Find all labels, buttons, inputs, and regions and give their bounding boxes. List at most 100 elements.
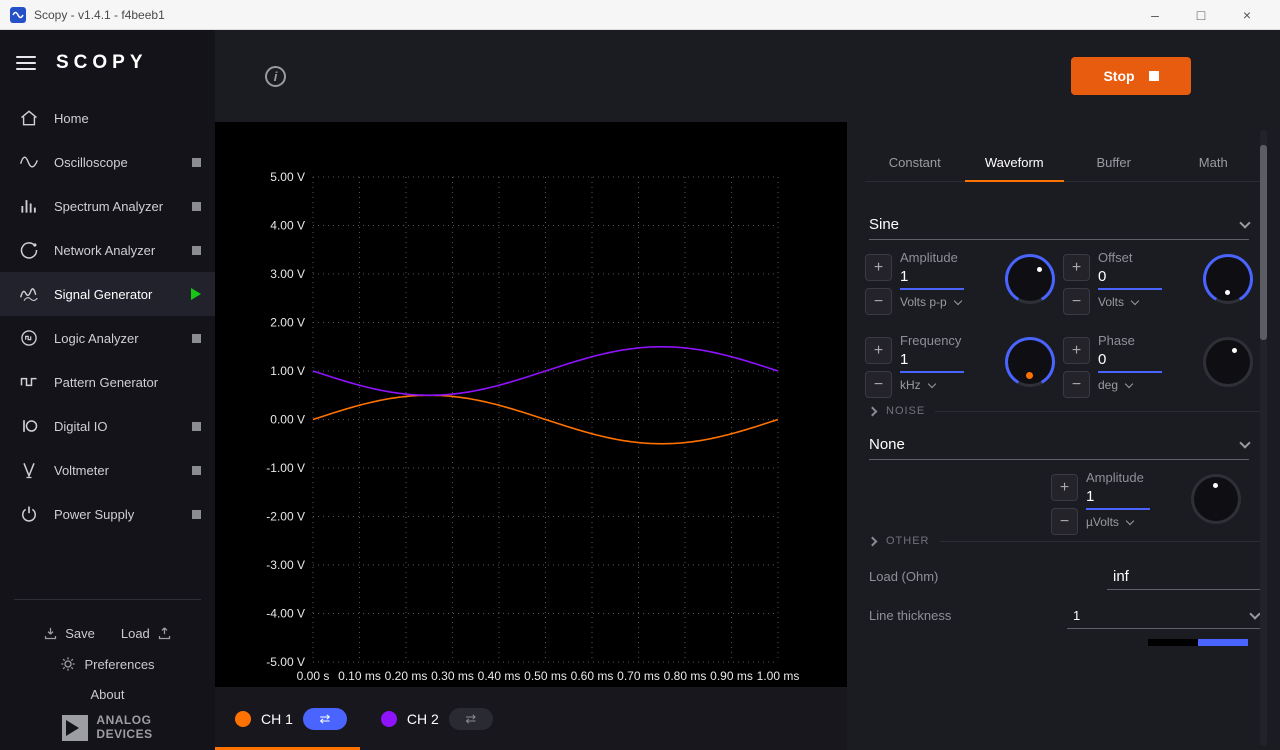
noise-section-title: NOISE xyxy=(886,405,925,417)
chevron-right-icon xyxy=(868,536,878,546)
y-axis-tick: 0.00 V xyxy=(270,413,305,427)
load-ohm-input[interactable]: inf xyxy=(1107,568,1263,590)
load-ohm-label: Load (Ohm) xyxy=(869,569,938,590)
y-axis-tick: 5.00 V xyxy=(270,170,305,184)
noise-amplitude-unit-dropdown[interactable]: µVolts xyxy=(1086,515,1191,529)
tab-math[interactable]: Math xyxy=(1164,144,1264,181)
stopped-indicator xyxy=(192,466,201,475)
amplitude-knob[interactable] xyxy=(1005,254,1055,304)
panel-scrollbar[interactable] xyxy=(1260,130,1267,746)
offset-unit-dropdown[interactable]: Volts xyxy=(1098,295,1203,309)
sidebar-item-network-analyzer[interactable]: Network Analyzer xyxy=(0,228,215,272)
line-thickness-label: Line thickness xyxy=(869,608,951,629)
phase-decrement-button[interactable]: − xyxy=(1063,371,1090,398)
amplitude-value[interactable]: 1 xyxy=(900,268,964,290)
chevron-down-icon xyxy=(1131,296,1139,304)
phase-knob[interactable] xyxy=(1203,337,1253,387)
sidebar-item-label: Logic Analyzer xyxy=(54,331,192,346)
offset-knob[interactable] xyxy=(1203,254,1253,304)
sidebar-item-pattern-generator[interactable]: Pattern Generator xyxy=(0,360,215,404)
channel-1[interactable]: CH 1 ⇄ xyxy=(235,708,347,730)
sidebar-item-logic-analyzer[interactable]: Logic Analyzer xyxy=(0,316,215,360)
line-thickness-select[interactable]: 1 xyxy=(1067,608,1263,629)
sidebar-item-digital-io[interactable]: Digital IO xyxy=(0,404,215,448)
channel-2-toggle[interactable]: ⇄ xyxy=(449,708,493,730)
amplitude-unit-value: Volts p-p xyxy=(900,295,947,309)
section-divider xyxy=(935,411,1263,412)
info-icon[interactable]: i xyxy=(265,66,286,87)
other-section-header[interactable]: OTHER xyxy=(869,535,1263,547)
amplitude-unit-dropdown[interactable]: Volts p-p xyxy=(900,295,1005,309)
chevron-down-icon xyxy=(1125,379,1133,387)
sidebar-item-signal-generator[interactable]: Signal Generator xyxy=(0,272,215,316)
scrollbar-thumb[interactable] xyxy=(1260,145,1267,340)
offset-unit-value: Volts xyxy=(1098,295,1124,309)
offset-control: + − Offset 0 Volts xyxy=(1063,250,1261,333)
sidebar-item-label: Oscilloscope xyxy=(54,155,192,170)
noise-amplitude-decrement-button[interactable]: − xyxy=(1051,508,1078,535)
sidebar-item-label: Spectrum Analyzer xyxy=(54,199,192,214)
noise-amplitude-control: + − Amplitude 1 µVolts xyxy=(1051,470,1263,535)
frequency-value[interactable]: 1 xyxy=(900,351,964,373)
sidebar-item-oscilloscope[interactable]: Oscilloscope xyxy=(0,140,215,184)
oscilloscope-icon xyxy=(18,151,40,173)
noise-amplitude-knob[interactable] xyxy=(1191,474,1241,524)
line-thickness-value: 1 xyxy=(1073,608,1080,623)
channel-1-toggle[interactable]: ⇄ xyxy=(303,708,347,730)
y-axis-tick: -4.00 V xyxy=(266,607,305,621)
oscilloscope-plot[interactable]: 0.00 s0.10 ms0.20 ms0.30 ms0.40 ms0.50 m… xyxy=(215,122,847,687)
y-axis-tick: -5.00 V xyxy=(266,655,305,669)
stopped-indicator xyxy=(192,246,201,255)
load-button[interactable]: Load xyxy=(121,626,172,641)
amplitude-decrement-button[interactable]: − xyxy=(865,288,892,315)
sidebar-item-label: Network Analyzer xyxy=(54,243,192,258)
channel-bar: CH 1 ⇄ CH 2 ⇄ xyxy=(215,687,847,750)
noise-amplitude-label: Amplitude xyxy=(1086,470,1191,485)
frequency-decrement-button[interactable]: − xyxy=(865,371,892,398)
offset-decrement-button[interactable]: − xyxy=(1063,288,1090,315)
chevron-right-icon xyxy=(868,406,878,416)
channel-2[interactable]: CH 2 ⇄ xyxy=(381,708,493,730)
about-button[interactable]: About xyxy=(0,680,215,710)
stop-button[interactable]: Stop xyxy=(1071,57,1191,95)
amplitude-increment-button[interactable]: + xyxy=(865,254,892,281)
x-axis-tick: 0.40 ms xyxy=(478,669,521,683)
noise-amplitude-value[interactable]: 1 xyxy=(1086,488,1150,510)
menu-hamburger-icon[interactable] xyxy=(16,52,36,74)
frequency-increment-button[interactable]: + xyxy=(865,337,892,364)
offset-value[interactable]: 0 xyxy=(1098,268,1162,290)
preferences-button[interactable]: Preferences xyxy=(0,648,215,680)
signal-generator-settings-panel: Constant Waveform Buffer Math Sine + − A… xyxy=(847,122,1280,750)
tab-waveform[interactable]: Waveform xyxy=(965,144,1065,181)
close-button[interactable]: × xyxy=(1224,1,1270,29)
chevron-down-icon xyxy=(953,296,961,304)
sidebar-item-voltmeter[interactable]: Voltmeter xyxy=(0,448,215,492)
phase-increment-button[interactable]: + xyxy=(1063,337,1090,364)
noise-type-select[interactable]: None xyxy=(869,430,1249,460)
tab-buffer[interactable]: Buffer xyxy=(1064,144,1164,181)
stop-label: Stop xyxy=(1103,68,1134,84)
y-axis-tick: 4.00 V xyxy=(270,219,305,233)
home-icon xyxy=(18,107,40,129)
analog-devices-mark-icon xyxy=(62,715,88,741)
minimize-button[interactable]: – xyxy=(1132,1,1178,29)
phase-value[interactable]: 0 xyxy=(1098,351,1162,373)
waveform-type-select[interactable]: Sine xyxy=(869,210,1249,240)
frequency-unit-dropdown[interactable]: kHz xyxy=(900,378,1005,392)
sidebar-item-home[interactable]: Home xyxy=(0,96,215,140)
phase-label: Phase xyxy=(1098,333,1203,348)
phase-unit-dropdown[interactable]: deg xyxy=(1098,378,1203,392)
channel-toggle-icon: ⇄ xyxy=(319,711,330,727)
tab-constant[interactable]: Constant xyxy=(865,144,965,181)
stopped-indicator xyxy=(192,510,201,519)
noise-section-header[interactable]: NOISE xyxy=(869,405,1263,417)
sidebar-item-spectrum-analyzer[interactable]: Spectrum Analyzer xyxy=(0,184,215,228)
offset-increment-button[interactable]: + xyxy=(1063,254,1090,281)
frequency-knob[interactable] xyxy=(1005,337,1055,387)
stop-icon xyxy=(1149,71,1159,81)
noise-amplitude-increment-button[interactable]: + xyxy=(1051,474,1078,501)
maximize-button[interactable]: □ xyxy=(1178,1,1224,29)
sidebar-item-power-supply[interactable]: Power Supply xyxy=(0,492,215,536)
sidebar-item-label: Digital IO xyxy=(54,419,192,434)
save-button[interactable]: Save xyxy=(43,626,95,641)
